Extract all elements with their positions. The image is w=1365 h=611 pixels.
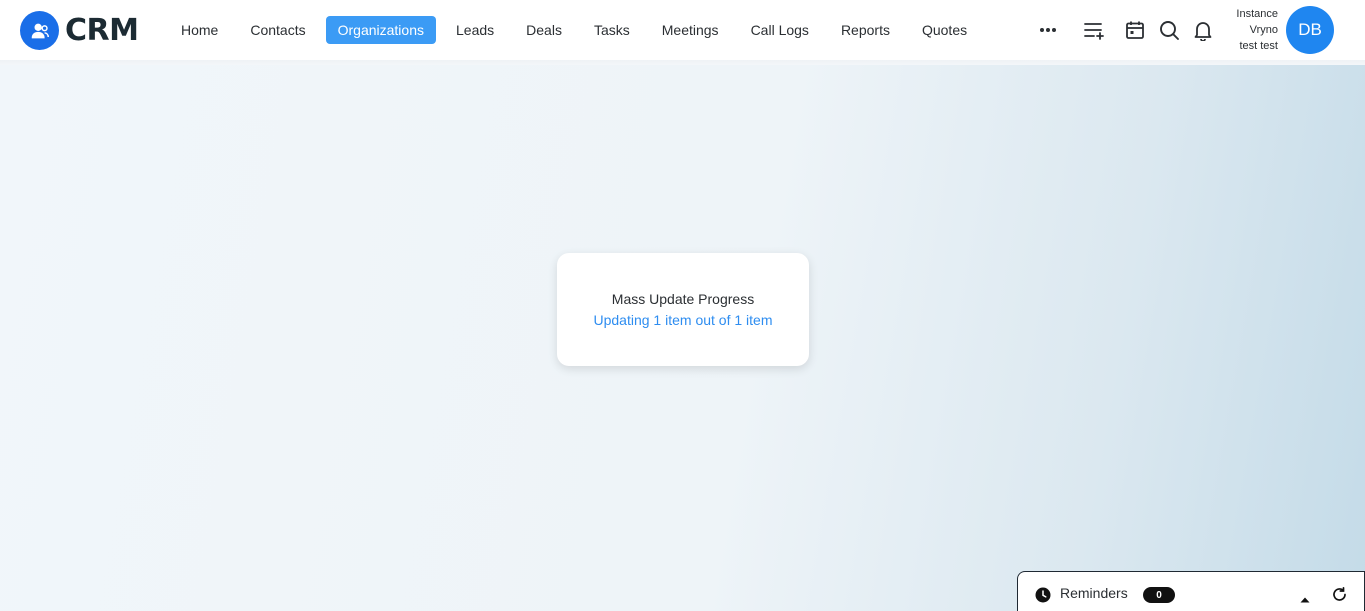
app-logo[interactable]: CRM	[20, 11, 139, 50]
mass-update-progress-card: Mass Update Progress Updating 1 item out…	[557, 253, 809, 366]
logo-user-icon	[20, 11, 59, 50]
user-name: test test	[1239, 40, 1278, 52]
search-icon[interactable]	[1157, 18, 1181, 42]
main-nav: Home Contacts Organizations Leads Deals …	[169, 16, 987, 44]
nav-item-quotes[interactable]: Quotes	[910, 16, 979, 44]
header-divider	[0, 60, 1365, 65]
clock-icon	[1035, 587, 1051, 603]
nav-item-reports[interactable]: Reports	[829, 16, 902, 44]
nav-item-organizations[interactable]: Organizations	[325, 16, 436, 44]
nav-item-tasks[interactable]: Tasks	[582, 16, 642, 44]
reminders-count-badge: 0	[1143, 587, 1175, 603]
nav-item-leads[interactable]: Leads	[444, 16, 506, 44]
progress-status: Updating 1 item out of 1 item	[593, 312, 773, 328]
refresh-icon[interactable]	[1331, 586, 1348, 603]
more-icon[interactable]	[1036, 18, 1060, 42]
caret-up-icon[interactable]	[1299, 590, 1311, 603]
top-navigation-bar: CRM Home Contacts Organizations Leads De…	[0, 0, 1365, 60]
instance-name: Vryno	[1249, 24, 1278, 36]
nav-item-deals[interactable]: Deals	[514, 16, 574, 44]
nav-item-meetings[interactable]: Meetings	[650, 16, 731, 44]
logo-text: CRM	[65, 13, 139, 48]
nav-item-home[interactable]: Home	[169, 16, 230, 44]
bell-icon[interactable]	[1191, 18, 1215, 42]
add-list-icon[interactable]	[1082, 18, 1106, 42]
reminders-panel[interactable]: Reminders 0	[1017, 571, 1365, 611]
nav-item-contacts[interactable]: Contacts	[238, 16, 317, 44]
reminders-label: Reminders	[1060, 585, 1128, 601]
avatar[interactable]: DB	[1286, 6, 1334, 54]
progress-title: Mass Update Progress	[611, 291, 755, 307]
calendar-icon[interactable]	[1123, 18, 1147, 42]
nav-item-call-logs[interactable]: Call Logs	[739, 16, 821, 44]
instance-label: Instance	[1236, 8, 1278, 20]
instance-info: Instance Vryno test test	[1218, 6, 1278, 54]
